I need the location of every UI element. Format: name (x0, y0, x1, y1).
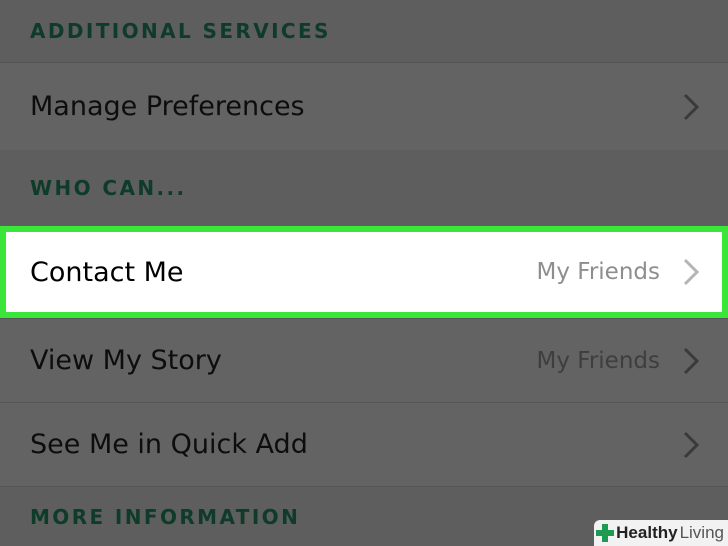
chevron-right-icon (682, 431, 700, 459)
section-title: ADDITIONAL SERVICES (30, 19, 331, 43)
contact-me-value: My Friends (536, 259, 660, 285)
chevron-right-icon (682, 347, 700, 375)
see-me-quick-add-row[interactable]: See Me in Quick Add (0, 402, 728, 486)
view-my-story-value: My Friends (536, 347, 660, 374)
section-header-who-can: WHO CAN... (0, 150, 728, 226)
section-header-additional-services: ADDITIONAL SERVICES (0, 0, 728, 62)
see-me-quick-add-label: See Me in Quick Add (30, 429, 308, 460)
watermark-text-healthy: Healthy (616, 523, 678, 542)
watermark-logo: Healthy Living (594, 520, 728, 546)
manage-preferences-label: Manage Preferences (30, 91, 305, 122)
contact-me-label: Contact Me (30, 256, 184, 288)
section-title: MORE INFORMATION (30, 504, 301, 529)
manage-preferences-row[interactable]: Manage Preferences (0, 62, 728, 150)
chevron-right-icon (682, 258, 700, 286)
plus-cross-icon (596, 524, 615, 542)
watermark-text-living: Living (679, 523, 724, 542)
chevron-right-icon (682, 93, 700, 121)
section-title: WHO CAN... (30, 176, 187, 200)
view-my-story-label: View My Story (30, 345, 222, 376)
contact-me-row[interactable]: Contact Me My Friends (0, 226, 728, 318)
view-my-story-row[interactable]: View My Story My Friends (0, 318, 728, 402)
